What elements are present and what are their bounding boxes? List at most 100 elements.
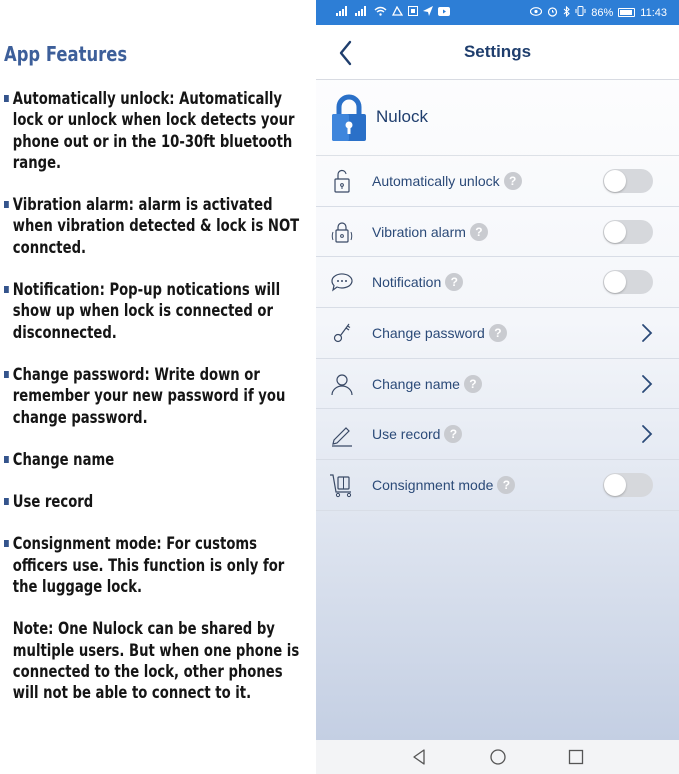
setting-row-change-password[interactable]: Change password? (316, 308, 679, 359)
feature-text: Change name (12, 449, 115, 469)
setting-label-text: Notification (372, 274, 442, 291)
help-icon[interactable]: ? (469, 222, 488, 241)
status-time: 11:43 (640, 6, 667, 19)
toggle-knob (604, 170, 626, 192)
help-icon[interactable]: ? (463, 374, 482, 393)
features-list: Automatically unlock: Automatically lock… (4, 88, 316, 597)
auto-unlock-toggle[interactable] (603, 169, 653, 193)
page-title: Settings (463, 42, 532, 61)
toggle-knob (604, 220, 626, 243)
toggle-knob (604, 474, 626, 497)
setting-label-text: Automatically unlock (372, 173, 500, 189)
features-note: Note: One Nulock can be shared by multip… (12, 619, 300, 703)
setting-label: Notification? (372, 273, 464, 292)
setting-label: Vibration alarm? (372, 222, 488, 241)
setting-row-consignment-mode: Consignment mode? (316, 460, 679, 511)
wifi-icon (374, 6, 387, 19)
alarm-icon (547, 6, 558, 20)
status-bar: 86% 11:43 (316, 0, 679, 25)
setting-label: Change name? (372, 374, 482, 393)
feature-item: Change name (4, 449, 308, 470)
setting-row-notification: Notification? (316, 257, 679, 309)
bullet (4, 370, 9, 378)
phone-screen: 86% 11:43 Settings Nulock Automatically … (316, 0, 679, 774)
battery-percent: 86% (591, 6, 614, 19)
setting-label: Automatically unlock? (372, 172, 522, 190)
device-name: Nulock (376, 107, 428, 126)
status-left (336, 5, 450, 19)
setting-label: Change password? (372, 324, 507, 343)
features-title: App Features (4, 42, 128, 66)
nav-recents-icon[interactable] (567, 748, 585, 766)
battery-icon (618, 8, 636, 17)
help-icon[interactable]: ? (445, 273, 464, 292)
bullet (4, 498, 9, 506)
pencil-icon (329, 421, 355, 448)
feature-text: Automatically unlock: Automatically lock… (12, 89, 295, 172)
toggle-knob (604, 271, 626, 294)
setting-row-auto-unlock: Automatically unlock? (316, 156, 679, 207)
feature-item: Consignment mode: For customs officers u… (4, 533, 308, 597)
feature-text: Notification: Pop-up notications will sh… (12, 280, 281, 342)
feature-text: Change password: Write down or remember … (12, 364, 286, 427)
settings-list: Automatically unlock? Vibration alarm? N… (316, 156, 679, 511)
bluetooth-icon (563, 5, 571, 20)
help-icon[interactable]: ? (488, 324, 507, 343)
settings-header: Settings (316, 25, 679, 80)
setting-label: Consignment mode? (372, 476, 516, 495)
setting-label: Use record? (372, 425, 463, 444)
setting-label-text: Change password (372, 325, 485, 342)
bullet (4, 540, 9, 548)
features-panel: App Features Automatically unlock: Autom… (0, 0, 316, 774)
vibration-alarm-toggle[interactable] (603, 219, 653, 244)
device-row: Nulock (316, 80, 679, 156)
feature-item: Notification: Pop-up notications will sh… (4, 279, 308, 343)
system-nav-bar (316, 740, 679, 774)
setting-label-text: Use record (372, 426, 441, 443)
feature-item: Change password: Write down or remember … (4, 364, 308, 428)
signal-icon (336, 6, 350, 19)
chevron-right-icon[interactable] (641, 424, 653, 444)
nav-back-icon[interactable] (411, 748, 429, 766)
feature-item: Vibration alarm: alarm is activated when… (4, 194, 308, 258)
eye-icon (530, 6, 543, 19)
setting-row-vibration-alarm: Vibration alarm? (316, 207, 679, 258)
status-right: 86% 11:43 (530, 5, 667, 20)
feature-text: Vibration alarm: alarm is activated when… (12, 195, 300, 257)
help-icon[interactable]: ? (444, 425, 463, 444)
notification-toggle[interactable] (603, 270, 653, 295)
luggage-cart-icon (329, 472, 355, 498)
help-icon[interactable]: ? (497, 476, 516, 495)
person-icon (329, 371, 355, 397)
bullet (4, 201, 9, 209)
bullet (4, 95, 9, 102)
nav-home-icon[interactable] (489, 748, 507, 766)
key-icon (329, 320, 355, 346)
app-icon (408, 6, 418, 19)
setting-label-text: Consignment mode (372, 477, 494, 494)
alarm-lock-icon (329, 219, 355, 245)
youtube-icon (438, 6, 450, 19)
signal-icon (355, 6, 369, 19)
vibrate-icon (575, 6, 586, 19)
help-icon[interactable]: ? (503, 172, 522, 190)
setting-label-text: Change name (372, 375, 460, 392)
chevron-right-icon[interactable] (641, 323, 653, 343)
app-icon (391, 5, 404, 19)
setting-label-text: Vibration alarm (372, 223, 466, 240)
bullet (4, 455, 9, 463)
setting-row-use-record[interactable]: Use record? (316, 409, 679, 461)
setting-row-change-name[interactable]: Change name? (316, 359, 679, 410)
send-icon (423, 6, 433, 19)
feature-item: Use record (4, 491, 308, 512)
consignment-mode-toggle[interactable] (603, 473, 653, 498)
feature-text: Consignment mode: For customs officers u… (12, 534, 285, 597)
chevron-left-icon[interactable] (336, 38, 356, 68)
bullet (4, 286, 9, 294)
unlock-icon (329, 168, 355, 194)
chat-bubble-icon (329, 269, 355, 295)
feature-text: Use record (12, 492, 94, 512)
padlock-icon (331, 94, 367, 142)
chevron-right-icon[interactable] (641, 374, 653, 394)
feature-item: Automatically unlock: Automatically lock… (4, 88, 308, 173)
